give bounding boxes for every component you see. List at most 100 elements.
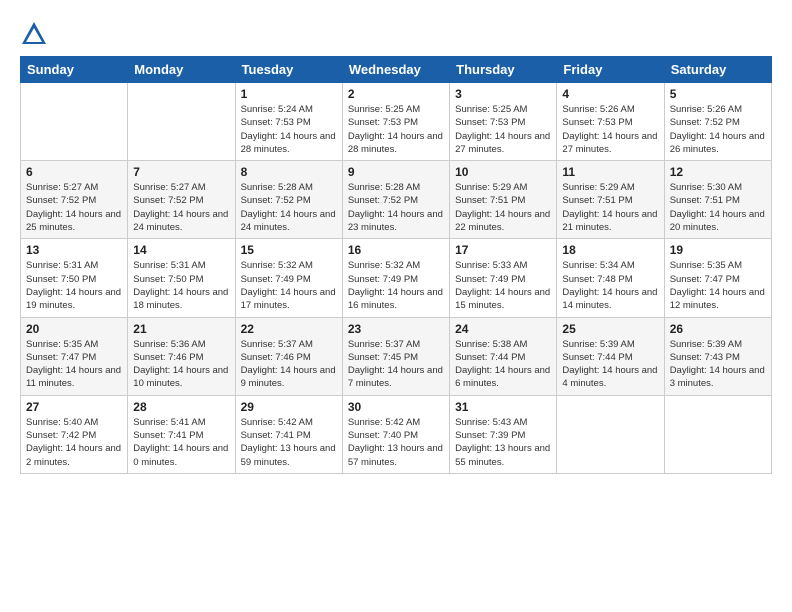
day-number: 11: [562, 165, 658, 179]
calendar-header-friday: Friday: [557, 57, 664, 83]
calendar-cell: [664, 395, 771, 473]
day-info: Sunrise: 5:41 AM Sunset: 7:41 PM Dayligh…: [133, 416, 229, 469]
logo: [20, 20, 52, 48]
day-number: 25: [562, 322, 658, 336]
day-info: Sunrise: 5:42 AM Sunset: 7:40 PM Dayligh…: [348, 416, 444, 469]
day-info: Sunrise: 5:29 AM Sunset: 7:51 PM Dayligh…: [455, 181, 551, 234]
calendar-week-row: 27 Sunrise: 5:40 AM Sunset: 7:42 PM Dayli…: [21, 395, 772, 473]
calendar-header-monday: Monday: [128, 57, 235, 83]
day-info: Sunrise: 5:29 AM Sunset: 7:51 PM Dayligh…: [562, 181, 658, 234]
calendar-cell: 15Sunrise: 5:32 AM Sunset: 7:49 PM Dayli…: [235, 239, 342, 317]
day-number: 7: [133, 165, 229, 179]
day-info: Sunrise: 5:30 AM Sunset: 7:51 PM Dayligh…: [670, 181, 766, 234]
day-info: Sunrise: 5:37 AM Sunset: 7:45 PM Dayligh…: [348, 338, 444, 391]
calendar-week-row: 13 Sunrise: 5:31 AM Sunset: 7:50 PM Dayli…: [21, 239, 772, 317]
day-number: 27: [26, 400, 122, 414]
page-header: [20, 20, 772, 48]
day-number: 13: [26, 243, 122, 257]
calendar-cell: 13 Sunrise: 5:31 AM Sunset: 7:50 PM Dayli…: [21, 239, 128, 317]
day-number: 20: [26, 322, 122, 336]
calendar-cell: 5Sunrise: 5:26 AM Sunset: 7:52 PM Daylig…: [664, 83, 771, 161]
calendar-cell: 3 Sunrise: 5:25 AM Sunset: 7:53 PM Daylig…: [450, 83, 557, 161]
calendar-week-row: 6 Sunrise: 5:27 AM Sunset: 7:52 PM Daylig…: [21, 161, 772, 239]
day-number: 17: [455, 243, 551, 257]
day-number: 8: [241, 165, 337, 179]
calendar-cell: 10 Sunrise: 5:29 AM Sunset: 7:51 PM Dayli…: [450, 161, 557, 239]
calendar-cell: [557, 395, 664, 473]
day-info: Sunrise: 5:27 AM Sunset: 7:52 PM Dayligh…: [133, 181, 229, 234]
day-info: Sunrise: 5:25 AM Sunset: 7:53 PM Dayligh…: [348, 103, 444, 156]
calendar-cell: 2 Sunrise: 5:25 AM Sunset: 7:53 PM Daylig…: [342, 83, 449, 161]
calendar-cell: 6 Sunrise: 5:27 AM Sunset: 7:52 PM Daylig…: [21, 161, 128, 239]
day-info: Sunrise: 5:25 AM Sunset: 7:53 PM Dayligh…: [455, 103, 551, 156]
calendar-header-sunday: Sunday: [21, 57, 128, 83]
day-number: 21: [133, 322, 229, 336]
day-info: Sunrise: 5:36 AM Sunset: 7:46 PM Dayligh…: [133, 338, 229, 391]
calendar-header-wednesday: Wednesday: [342, 57, 449, 83]
day-number: 18: [562, 243, 658, 257]
day-number: 26: [670, 322, 766, 336]
calendar-cell: 23 Sunrise: 5:37 AM Sunset: 7:45 PM Dayli…: [342, 317, 449, 395]
calendar-cell: 20 Sunrise: 5:35 AM Sunset: 7:47 PM Dayli…: [21, 317, 128, 395]
day-number: 12: [670, 165, 766, 179]
day-number: 6: [26, 165, 122, 179]
day-number: 15: [241, 243, 337, 257]
day-info: Sunrise: 5:27 AM Sunset: 7:52 PM Dayligh…: [26, 181, 122, 234]
day-number: 24: [455, 322, 551, 336]
calendar-table: SundayMondayTuesdayWednesdayThursdayFrid…: [20, 56, 772, 474]
day-info: Sunrise: 5:26 AM Sunset: 7:53 PM Dayligh…: [562, 103, 658, 156]
calendar-cell: 26 Sunrise: 5:39 AM Sunset: 7:43 PM Dayli…: [664, 317, 771, 395]
day-info: Sunrise: 5:34 AM Sunset: 7:48 PM Dayligh…: [562, 259, 658, 312]
day-info: Sunrise: 5:31 AM Sunset: 7:50 PM Dayligh…: [133, 259, 229, 312]
day-info: Sunrise: 5:32 AM Sunset: 7:49 PM Dayligh…: [348, 259, 444, 312]
calendar-cell: 28Sunrise: 5:41 AM Sunset: 7:41 PM Dayli…: [128, 395, 235, 473]
day-number: 30: [348, 400, 444, 414]
calendar-header-saturday: Saturday: [664, 57, 771, 83]
calendar-header-tuesday: Tuesday: [235, 57, 342, 83]
calendar-cell: 29 Sunrise: 5:42 AM Sunset: 7:41 PM Dayli…: [235, 395, 342, 473]
calendar-cell: 17 Sunrise: 5:33 AM Sunset: 7:49 PM Dayli…: [450, 239, 557, 317]
calendar-cell: 16 Sunrise: 5:32 AM Sunset: 7:49 PM Dayli…: [342, 239, 449, 317]
day-info: Sunrise: 5:33 AM Sunset: 7:49 PM Dayligh…: [455, 259, 551, 312]
day-info: Sunrise: 5:42 AM Sunset: 7:41 PM Dayligh…: [241, 416, 337, 469]
calendar-cell: 18 Sunrise: 5:34 AM Sunset: 7:48 PM Dayli…: [557, 239, 664, 317]
calendar-header-thursday: Thursday: [450, 57, 557, 83]
day-info: Sunrise: 5:37 AM Sunset: 7:46 PM Dayligh…: [241, 338, 337, 391]
day-info: Sunrise: 5:28 AM Sunset: 7:52 PM Dayligh…: [348, 181, 444, 234]
calendar-cell: 9Sunrise: 5:28 AM Sunset: 7:52 PM Daylig…: [342, 161, 449, 239]
calendar-cell: 31Sunrise: 5:43 AM Sunset: 7:39 PM Dayli…: [450, 395, 557, 473]
day-info: Sunrise: 5:39 AM Sunset: 7:43 PM Dayligh…: [670, 338, 766, 391]
day-number: 2: [348, 87, 444, 101]
day-number: 14: [133, 243, 229, 257]
calendar-cell: 27 Sunrise: 5:40 AM Sunset: 7:42 PM Dayli…: [21, 395, 128, 473]
logo-icon: [20, 20, 48, 48]
calendar-cell: 21 Sunrise: 5:36 AM Sunset: 7:46 PM Dayli…: [128, 317, 235, 395]
calendar-cell: [21, 83, 128, 161]
day-info: Sunrise: 5:24 AM Sunset: 7:53 PM Dayligh…: [241, 103, 337, 156]
day-number: 4: [562, 87, 658, 101]
day-number: 10: [455, 165, 551, 179]
calendar-header-row: SundayMondayTuesdayWednesdayThursdayFrid…: [21, 57, 772, 83]
calendar-cell: 12 Sunrise: 5:30 AM Sunset: 7:51 PM Dayli…: [664, 161, 771, 239]
calendar-cell: 22Sunrise: 5:37 AM Sunset: 7:46 PM Dayli…: [235, 317, 342, 395]
calendar-cell: 30 Sunrise: 5:42 AM Sunset: 7:40 PM Dayli…: [342, 395, 449, 473]
calendar-week-row: 1 Sunrise: 5:24 AM Sunset: 7:53 PM Daylig…: [21, 83, 772, 161]
calendar-cell: 14 Sunrise: 5:31 AM Sunset: 7:50 PM Dayli…: [128, 239, 235, 317]
calendar-cell: 7 Sunrise: 5:27 AM Sunset: 7:52 PM Daylig…: [128, 161, 235, 239]
calendar-cell: 24Sunrise: 5:38 AM Sunset: 7:44 PM Dayli…: [450, 317, 557, 395]
calendar-cell: 11 Sunrise: 5:29 AM Sunset: 7:51 PM Dayli…: [557, 161, 664, 239]
calendar-cell: [128, 83, 235, 161]
day-info: Sunrise: 5:35 AM Sunset: 7:47 PM Dayligh…: [26, 338, 122, 391]
day-info: Sunrise: 5:28 AM Sunset: 7:52 PM Dayligh…: [241, 181, 337, 234]
day-info: Sunrise: 5:35 AM Sunset: 7:47 PM Dayligh…: [670, 259, 766, 312]
day-number: 29: [241, 400, 337, 414]
day-info: Sunrise: 5:31 AM Sunset: 7:50 PM Dayligh…: [26, 259, 122, 312]
day-info: Sunrise: 5:40 AM Sunset: 7:42 PM Dayligh…: [26, 416, 122, 469]
day-number: 3: [455, 87, 551, 101]
day-number: 1: [241, 87, 337, 101]
calendar-cell: 25Sunrise: 5:39 AM Sunset: 7:44 PM Dayli…: [557, 317, 664, 395]
day-number: 23: [348, 322, 444, 336]
calendar-cell: 1 Sunrise: 5:24 AM Sunset: 7:53 PM Daylig…: [235, 83, 342, 161]
day-number: 16: [348, 243, 444, 257]
day-number: 5: [670, 87, 766, 101]
